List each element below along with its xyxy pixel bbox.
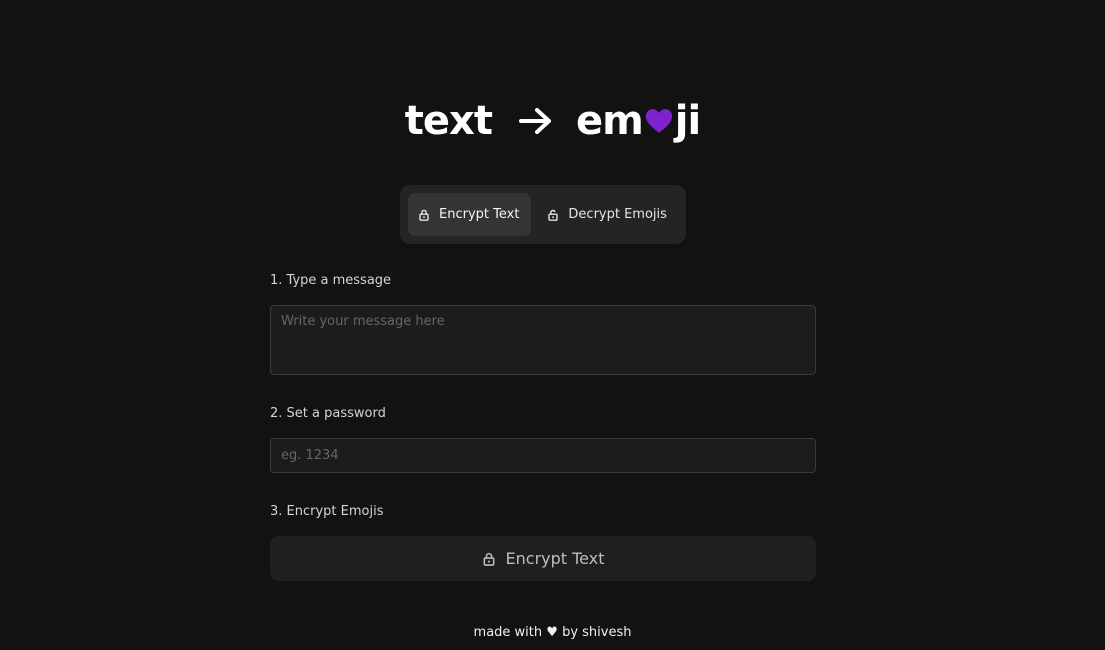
logo-text-word: text bbox=[404, 98, 493, 144]
step2-label: 2. Set a password bbox=[270, 406, 386, 421]
footer: made with ♥ by shivesh bbox=[0, 625, 1105, 640]
tab-decrypt-emojis-label: Decrypt Emojis bbox=[568, 207, 667, 222]
mode-tabs: Encrypt Text Decrypt Emojis bbox=[400, 185, 686, 244]
arrow-right-icon bbox=[518, 106, 554, 136]
tab-encrypt-text[interactable]: Encrypt Text bbox=[408, 193, 532, 236]
logo-emoji-prefix: em bbox=[575, 98, 644, 144]
lock-icon bbox=[482, 552, 496, 566]
step3-label: 3. Encrypt Emojis bbox=[270, 504, 384, 519]
lock-icon bbox=[418, 209, 430, 221]
password-input[interactable] bbox=[270, 438, 816, 473]
tab-decrypt-emojis[interactable]: Decrypt Emojis bbox=[537, 193, 679, 236]
step1-label: 1. Type a message bbox=[270, 273, 392, 288]
encrypt-button[interactable]: Encrypt Text bbox=[270, 536, 816, 581]
logo-emoji-suffix: ji bbox=[674, 98, 701, 144]
footer-heart-icon: ♥ bbox=[546, 625, 558, 640]
app-logo: text em ji bbox=[0, 96, 1105, 146]
footer-prefix: made with bbox=[473, 625, 543, 640]
message-input[interactable] bbox=[270, 305, 816, 375]
encrypt-button-label: Encrypt Text bbox=[505, 549, 605, 568]
heart-icon bbox=[644, 106, 674, 136]
footer-suffix: by shivesh bbox=[562, 625, 632, 640]
unlock-icon bbox=[547, 209, 559, 221]
tab-encrypt-text-label: Encrypt Text bbox=[439, 207, 520, 222]
app-page: text em ji Encrypt Text Decrypt Emojis 1… bbox=[0, 0, 1105, 650]
